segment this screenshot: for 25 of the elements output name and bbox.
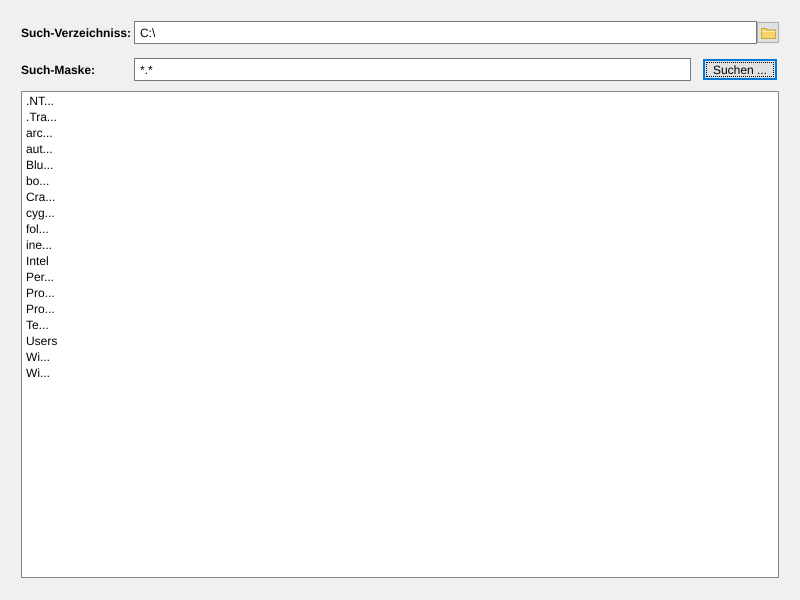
directory-label: Such-Verzeichniss: <box>21 24 132 42</box>
mask-field[interactable]: *.* <box>134 58 691 81</box>
browse-folder-button[interactable] <box>757 22 779 43</box>
result-item[interactable]: Pro... <box>25 285 56 301</box>
result-item[interactable]: Wi... <box>25 365 51 381</box>
folder-icon <box>760 26 776 38</box>
result-item[interactable]: Te... <box>25 317 50 333</box>
result-item[interactable]: Blu... <box>25 157 54 173</box>
search-button[interactable]: Suchen ... <box>703 59 777 80</box>
result-item[interactable]: fol... <box>25 221 50 237</box>
result-item[interactable]: cyg... <box>25 205 56 221</box>
result-item[interactable]: Pro... <box>25 301 56 317</box>
result-item[interactable]: aut... <box>25 141 54 157</box>
result-item[interactable]: ine... <box>25 237 54 253</box>
result-item[interactable]: Wi... <box>25 349 51 365</box>
result-item[interactable]: .NT... <box>25 93 56 109</box>
result-item[interactable]: bo... <box>25 173 50 189</box>
result-item[interactable]: Cra... <box>25 189 56 205</box>
result-item[interactable]: Intel <box>25 253 50 269</box>
result-item[interactable]: Users <box>25 333 58 349</box>
result-item[interactable]: arc... <box>25 125 54 141</box>
mask-label: Such-Maske: <box>21 62 96 78</box>
result-item[interactable]: Per... <box>25 269 56 285</box>
directory-field[interactable]: C:\ <box>134 21 757 44</box>
result-item[interactable]: .Tra... <box>25 109 58 125</box>
